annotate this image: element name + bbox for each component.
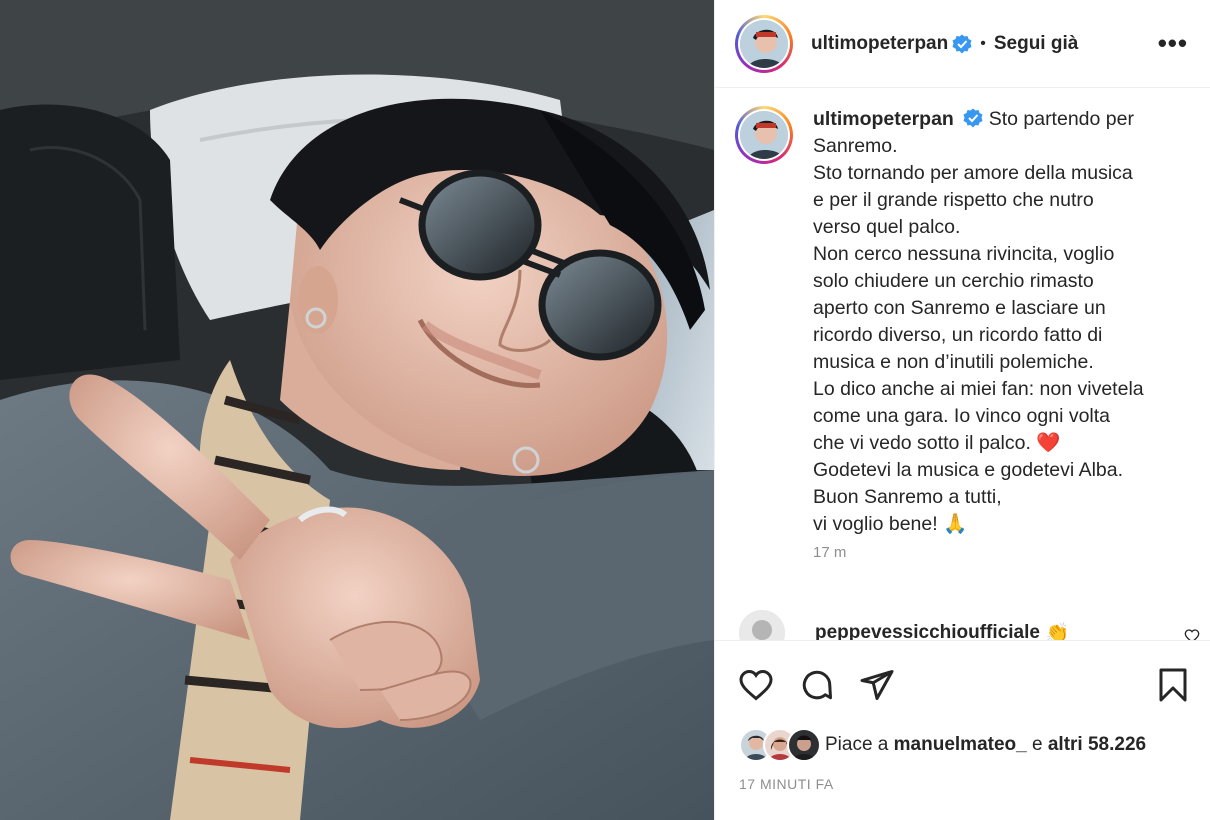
- caption-line: aperto con Sanremo e lasciare un: [813, 297, 1106, 319]
- liker-avatar: [787, 728, 821, 762]
- likes-user[interactable]: manuelmateo_: [894, 734, 1027, 755]
- liker-avatars[interactable]: [739, 728, 821, 762]
- caption-time: 17 m: [813, 544, 847, 561]
- caption-line: Sto tornando per amore della musica: [813, 162, 1133, 184]
- likes-summary: Piace a manuelmateo_ e altri 58.226: [739, 728, 1146, 762]
- verified-badge-icon: [963, 108, 983, 128]
- caption-line: verso quel palco.: [813, 216, 961, 238]
- caption-line: e per il grande rispetto che nutro: [813, 189, 1094, 211]
- bookmark-icon[interactable]: [1158, 667, 1188, 703]
- likes-connector: e: [1031, 734, 1043, 755]
- selfie-illustration: [0, 0, 714, 820]
- caption-line: come una gara. Io vinco ogni volta: [813, 405, 1111, 427]
- likes-prefix: Piace a: [825, 734, 889, 755]
- caption-line: musica e non d’inutili polemiche.: [813, 351, 1094, 373]
- more-options-icon[interactable]: •••: [1158, 28, 1188, 59]
- author-username[interactable]: ultimopeterpan: [811, 33, 948, 55]
- separator-dot: •: [980, 34, 986, 52]
- verified-badge-icon: [952, 34, 972, 53]
- caption-line: Sanremo.: [813, 135, 898, 157]
- comment-icon[interactable]: [799, 667, 835, 703]
- caption-line: che vi vedo sotto il palco. ❤️: [813, 432, 1061, 454]
- heart-icon[interactable]: [737, 667, 775, 703]
- action-bar: [715, 640, 1210, 727]
- likes-count[interactable]: altri 58.226: [1048, 734, 1146, 755]
- caption-line: vi voglio bene! 🙏: [813, 513, 968, 535]
- caption-line: Buon Sanremo a tutti,: [813, 486, 1002, 508]
- caption-line: solo chiudere un cerchio rimasto: [813, 270, 1094, 292]
- comment-row: peppevessicchioufficiale 👏: [739, 610, 1200, 640]
- post-photo[interactable]: [0, 0, 714, 820]
- share-icon[interactable]: [859, 667, 895, 703]
- likes-text[interactable]: Piace a manuelmateo_ e altri 58.226: [825, 734, 1146, 756]
- caption-line: Non cerco nessuna rivincita, voglio: [813, 243, 1115, 265]
- comment-like-icon[interactable]: [1184, 628, 1200, 640]
- commenter-avatar[interactable]: [739, 610, 785, 640]
- author-avatar[interactable]: [735, 14, 793, 73]
- caption-line: Lo dico anche ai miei fan: non vivetela: [813, 378, 1144, 400]
- caption-line: Sto partendo per: [988, 108, 1134, 130]
- post-details-panel: ultimopeterpan • Segui già ••• ultimopet…: [714, 0, 1210, 820]
- post-timestamp: 17 MINUTI FA: [739, 776, 834, 792]
- caption-line: ricordo diverso, un ricordo fatto di: [813, 324, 1103, 346]
- caption: ultimopeterpan Sto partendo per Sanremo.…: [715, 88, 1210, 538]
- caption-avatar[interactable]: [735, 106, 793, 164]
- post-header: ultimopeterpan • Segui già •••: [715, 0, 1210, 88]
- caption-text: ultimopeterpan Sto partendo per Sanremo.…: [813, 106, 1173, 538]
- commenter-username[interactable]: peppevessicchioufficiale: [815, 622, 1040, 640]
- caption-line: Godetevi la musica e godetevi Alba.: [813, 459, 1124, 481]
- comments-section: ultimopeterpan Sto partendo per Sanremo.…: [715, 88, 1210, 640]
- caption-username[interactable]: ultimopeterpan: [813, 108, 954, 130]
- comment-emoji: 👏: [1045, 623, 1070, 640]
- following-button[interactable]: Segui già: [994, 33, 1078, 55]
